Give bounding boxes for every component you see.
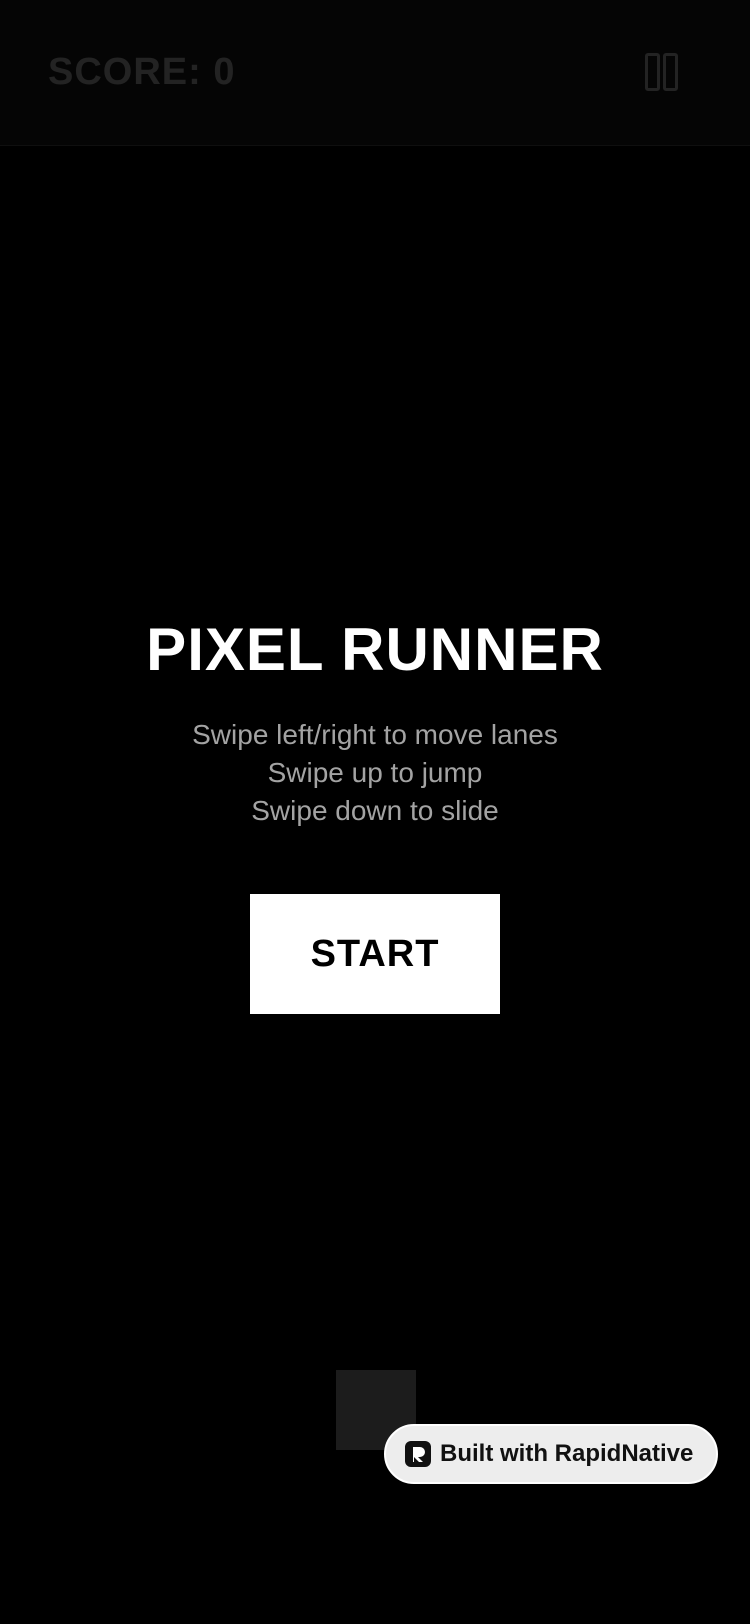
badge-text: Built with RapidNative [440,1440,694,1467]
score-display: SCORE: 0 [48,51,236,93]
hud-bar: SCORE: 0 [0,0,750,146]
built-with-badge[interactable]: Built with RapidNative [384,1424,718,1484]
instruction-line: Swipe up to jump [267,757,483,788]
pause-icon-bar-right [663,53,678,91]
pause-button[interactable] [645,53,679,91]
start-button[interactable]: START [250,894,500,1014]
instructions: Swipe left/right to move lanes Swipe up … [0,716,750,830]
instruction-line: Swipe left/right to move lanes [192,719,558,750]
pause-icon-bar-left [645,53,660,91]
rapidnative-logo-icon [405,1441,431,1467]
game-title: PIXEL RUNNER [146,616,604,683]
instruction-line: Swipe down to slide [251,795,499,826]
